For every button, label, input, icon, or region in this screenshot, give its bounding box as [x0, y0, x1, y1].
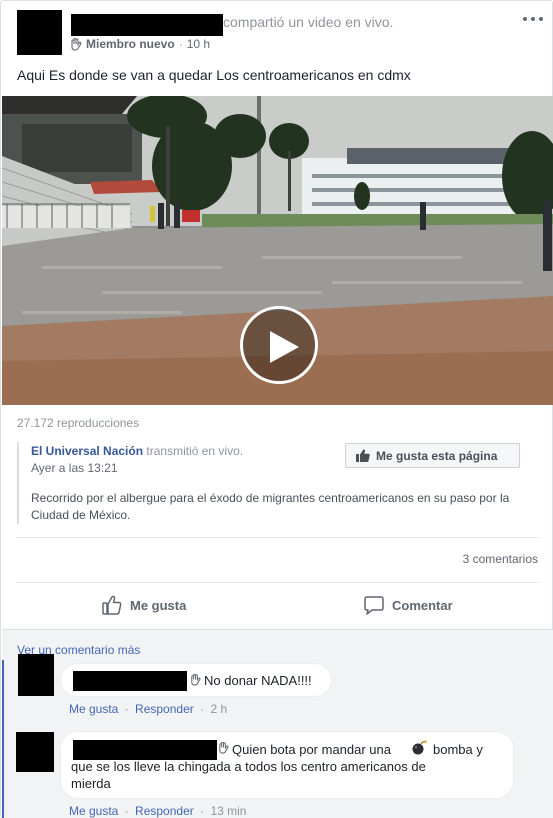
comment-highlight-rule [2, 660, 4, 818]
comment-reply-link[interactable]: Responder [135, 804, 194, 818]
comment-like-link[interactable]: Me gusta [69, 804, 118, 818]
page-name-line: El Universal Nación transmitió en vivo. [31, 444, 243, 458]
comment-text-part1: Quien bota por mandar una [232, 742, 391, 757]
comment-label: Comentar [392, 597, 453, 613]
page-action: transmitió en vivo. [146, 444, 244, 458]
comment-text-line3: mierda [71, 776, 111, 791]
shared-video-link[interactable]: un video en vivo. [288, 14, 393, 30]
comment-actions: Me gusta · Responder · 2 h [69, 702, 227, 716]
waving-hand-icon [219, 741, 229, 754]
page-name-link[interactable]: El Universal Nación [31, 444, 143, 458]
separator: · [200, 702, 205, 716]
video-player[interactable] [2, 96, 553, 405]
comment-button[interactable]: Comentar [364, 589, 453, 621]
original-post-box: El Universal Nación transmitió en vivo. … [17, 442, 541, 524]
separator: · [200, 804, 205, 818]
like-page-label: Me gusta esta página [376, 448, 498, 463]
waving-hand-icon [191, 673, 201, 686]
bomb-emoji-icon [412, 740, 427, 755]
commenter-name-redacted[interactable] [73, 671, 187, 691]
waving-hand-icon [71, 37, 82, 51]
view-count: 27.172 reproducciones [17, 416, 140, 430]
comment-text: No donar NADA!!!! [204, 673, 312, 688]
comment-bubble: No donar NADA!!!! [60, 663, 332, 697]
comment-actions: Me gusta · Responder · 13 min [69, 804, 246, 818]
author-avatar-redacted[interactable] [17, 10, 62, 55]
more-options-icon[interactable] [523, 12, 543, 26]
shared-action: compartió [223, 14, 285, 30]
separator: · [124, 804, 129, 818]
comment-bubble: Quien bota por mandar una bomba y que se… [60, 731, 514, 799]
comment-count[interactable]: 3 comentarios [463, 552, 538, 566]
comments-section: Ver un comentario más No donar NADA!!!! … [2, 629, 553, 818]
comment-time[interactable]: 2 h [210, 702, 227, 716]
comment-bubble-icon [364, 596, 384, 615]
comment-reply-link[interactable]: Responder [135, 702, 194, 716]
like-page-button[interactable]: Me gusta esta página [345, 443, 520, 468]
post-meta: Miembro nuevo · 10 h [69, 37, 210, 51]
divider [17, 537, 539, 538]
commenter-avatar-redacted[interactable] [16, 732, 54, 772]
comment-text-line2: que se los lleve la chingada a todos los… [71, 759, 426, 774]
commenter-avatar-redacted[interactable] [18, 654, 54, 696]
page-post-time[interactable]: Ayer a las 13:21 [31, 461, 118, 475]
post-text: Aqui Es donde se van a quedar Los centro… [17, 67, 411, 83]
post-header: compartió un video en vivo. Miembro nuev… [15, 10, 545, 56]
commenter-name-redacted[interactable] [73, 740, 217, 760]
comment-like-link[interactable]: Me gusta [69, 702, 118, 716]
shared-text: compartió un video en vivo. [223, 14, 393, 30]
thumbs-up-icon [102, 595, 122, 615]
play-icon [270, 331, 299, 363]
comment-text-part2: bomba y [433, 742, 483, 757]
post-time[interactable]: 10 h [187, 37, 210, 51]
meta-separator: · [178, 37, 183, 51]
thumbs-up-icon [356, 449, 370, 462]
comment-time[interactable]: 13 min [210, 804, 246, 818]
author-name-redacted[interactable] [71, 14, 223, 36]
member-badge-label[interactable]: Miembro nuevo [86, 37, 175, 51]
like-button[interactable]: Me gusta [102, 589, 186, 621]
page-description: Recorrido por el albergue para el éxodo … [31, 491, 510, 522]
like-label: Me gusta [130, 597, 187, 613]
divider [17, 582, 539, 583]
play-button[interactable] [240, 306, 318, 384]
separator: · [124, 702, 129, 716]
post-card: compartió un video en vivo. Miembro nuev… [0, 0, 553, 818]
